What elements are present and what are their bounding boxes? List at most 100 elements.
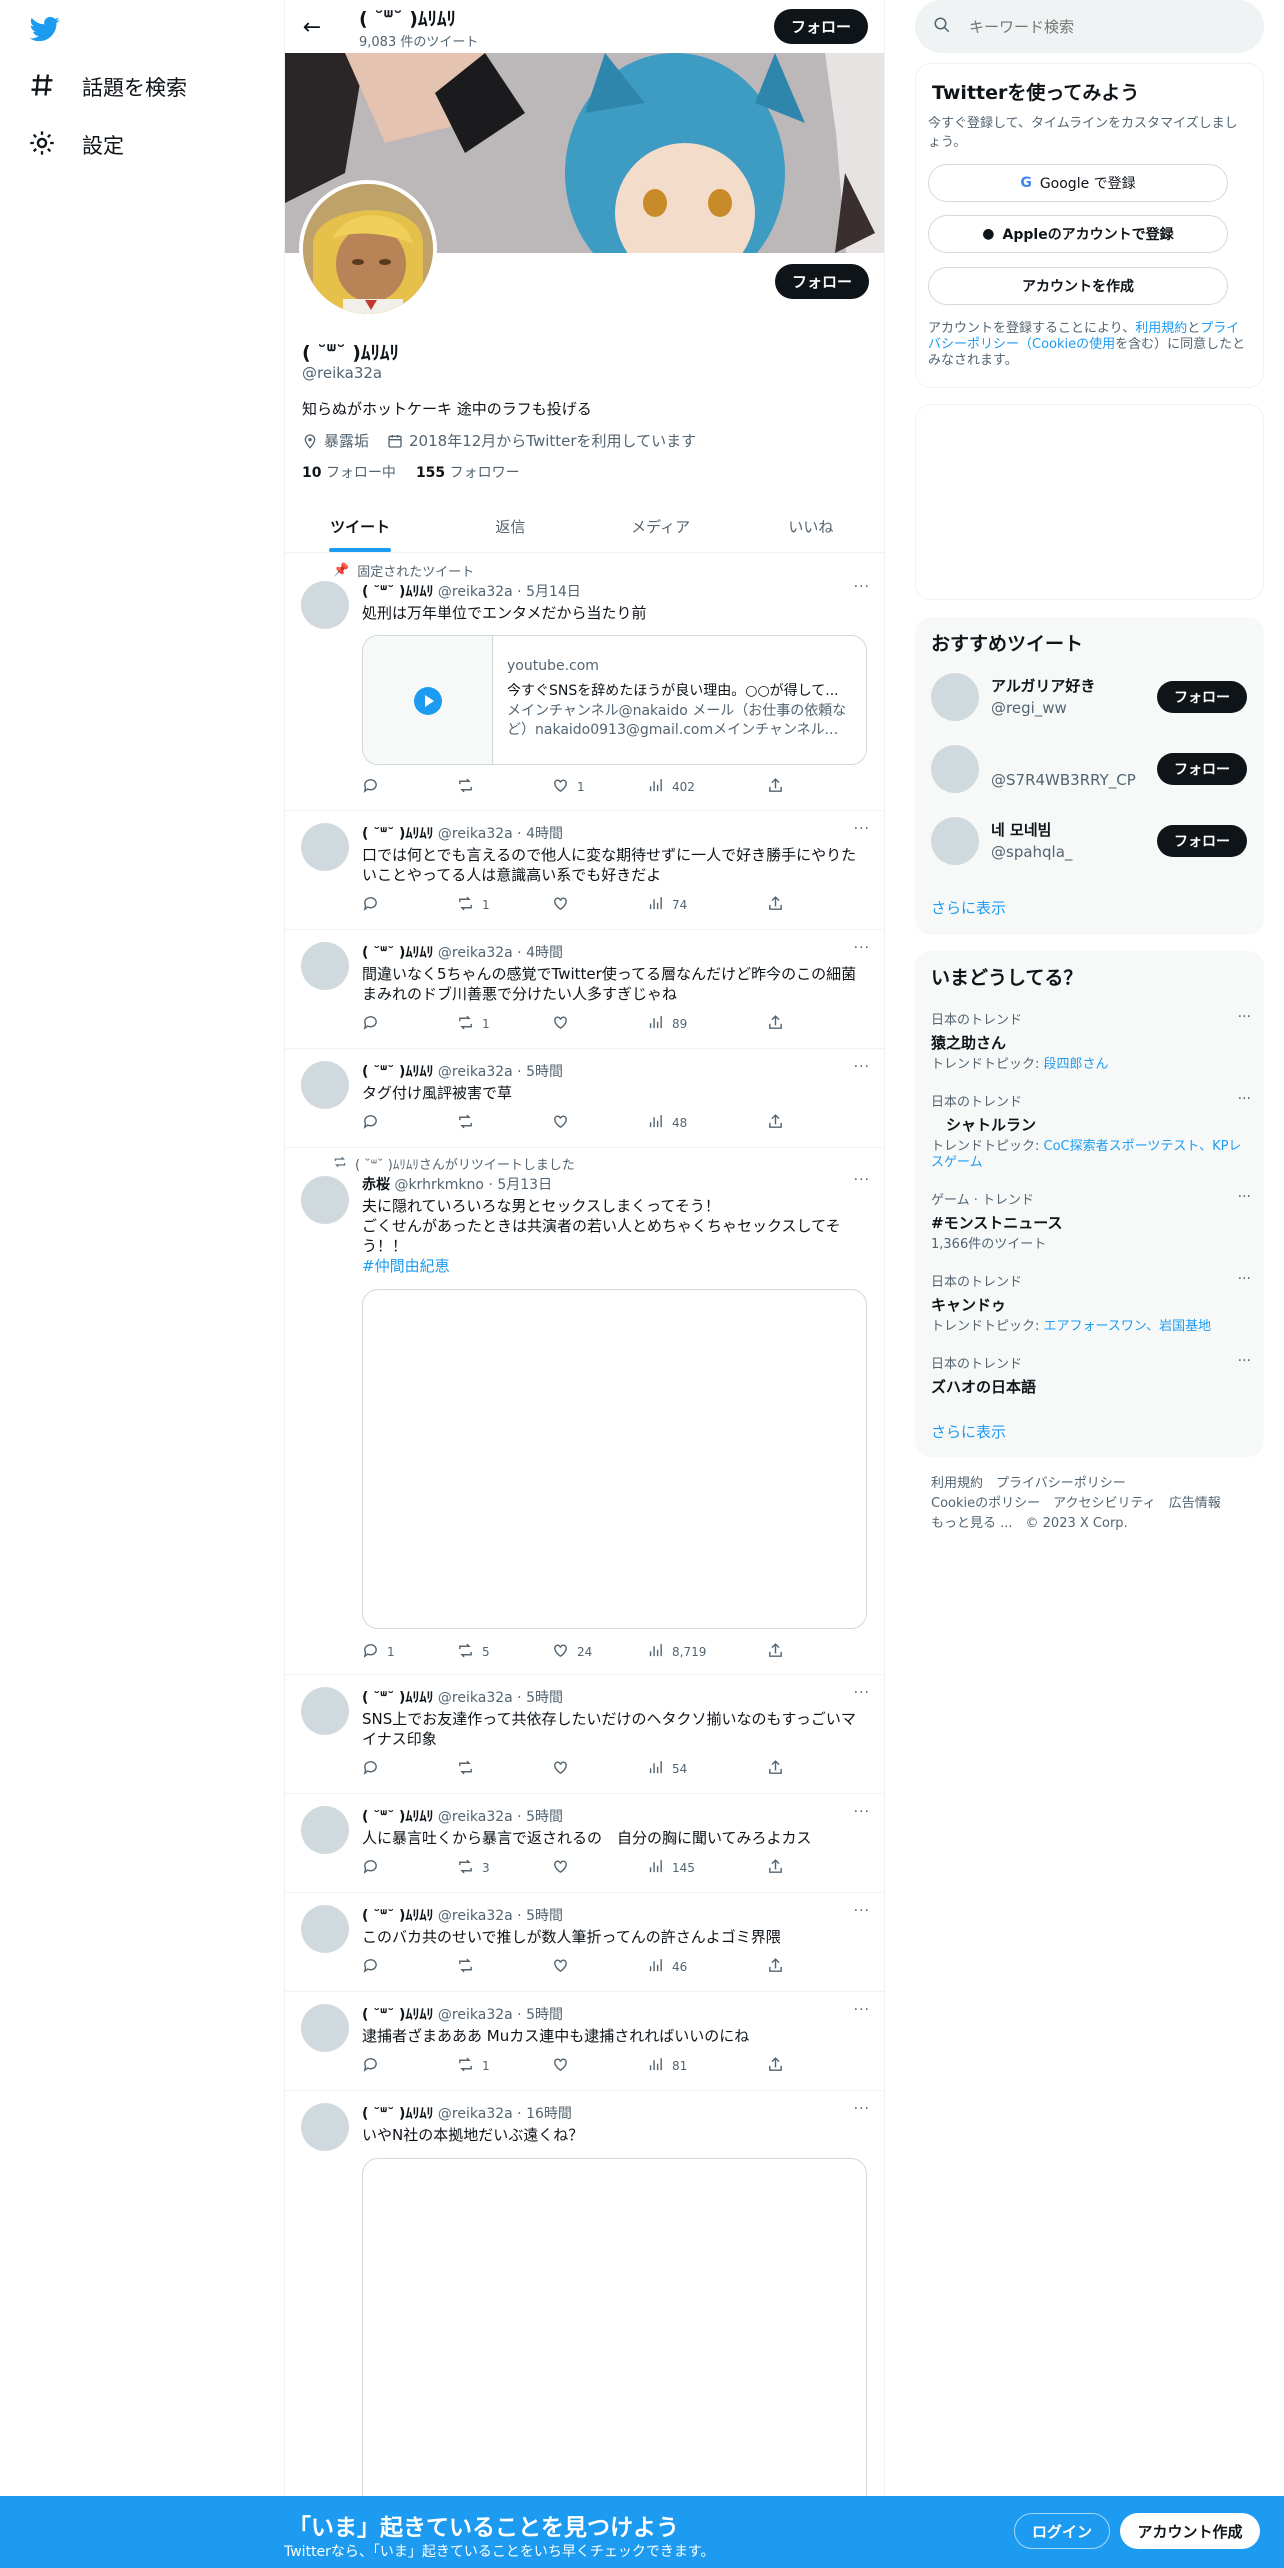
twitter-logo-icon[interactable]	[28, 14, 62, 44]
apple-signup-button[interactable]: ● Appleのアカウントで登録	[928, 215, 1228, 253]
recommend-user[interactable]: アルガリア好き @regi_ww フォロー	[931, 669, 1251, 725]
like-action[interactable]: 24	[552, 1642, 592, 1662]
more-icon[interactable]: ···	[1238, 1353, 1251, 1369]
media-image[interactable]	[362, 1289, 867, 1629]
share-action[interactable]	[767, 895, 784, 915]
reply-action[interactable]	[362, 1858, 387, 1878]
more-icon[interactable]: ···	[1238, 1271, 1251, 1287]
tweet-item[interactable]: ( ˘ᐜ˘ )ﾑﾘﾑﾘ @reika32a · 5時間 ··· タグ付け風評被害…	[285, 1049, 884, 1148]
reply-action[interactable]	[362, 895, 387, 915]
more-icon[interactable]: ···	[854, 1172, 870, 1188]
avatar[interactable]	[301, 2103, 349, 2151]
rt-action[interactable]	[457, 1113, 482, 1133]
trend-item[interactable]: 日本のトレンド キャンドゥ トレンドトピック: エアフォースワン、岩国基地 ···	[931, 1271, 1251, 1335]
avatar[interactable]	[301, 1687, 349, 1735]
rt-action[interactable]: 5	[457, 1642, 490, 1662]
views-action[interactable]: 46	[647, 1957, 687, 1977]
rt-action[interactable]	[457, 1759, 482, 1779]
trend-item[interactable]: 日本のトレンド シャトルラン トレンドトピック: CoC探索者スポーツテスト、KP…	[931, 1091, 1251, 1171]
follow-button[interactable]: フォロー	[1157, 753, 1247, 785]
share-action[interactable]	[767, 2056, 784, 2076]
views-action[interactable]: 145	[647, 1858, 695, 1878]
more-icon[interactable]: ···	[854, 579, 870, 595]
avatar[interactable]	[301, 581, 349, 629]
more-icon[interactable]: ···	[1238, 1189, 1251, 1205]
rt-action[interactable]: 1	[457, 1014, 490, 1034]
topbar-follow-button[interactable]: フォロー	[774, 9, 868, 44]
more-icon[interactable]: ···	[854, 2101, 870, 2117]
avatar[interactable]	[301, 1806, 349, 1854]
rt-action[interactable]: 1	[457, 895, 490, 915]
share-action[interactable]	[767, 1858, 784, 1878]
like-action[interactable]	[552, 1113, 577, 1133]
like-action[interactable]	[552, 1957, 577, 1977]
views-action[interactable]: 89	[647, 1014, 687, 1034]
search-input[interactable]	[969, 17, 1229, 36]
tweet-item[interactable]: ( ˘ᐜ˘ )ﾑﾘﾑﾘ @reika32a · 5時間 ··· 逮捕者ざまあああ…	[285, 1992, 884, 2091]
more-icon[interactable]: ···	[854, 2002, 870, 2018]
hashtag-link[interactable]: #仲間由紀恵	[362, 1256, 867, 1276]
avatar[interactable]	[301, 942, 349, 990]
like-action[interactable]	[552, 1759, 577, 1779]
avatar[interactable]	[301, 1061, 349, 1109]
more-icon[interactable]: ···	[1238, 1009, 1251, 1025]
avatar[interactable]	[931, 745, 979, 793]
rt-action[interactable]: 3	[457, 1858, 490, 1878]
show-more-link[interactable]: さらに表示	[931, 1421, 1006, 1442]
more-icon[interactable]: ···	[854, 1685, 870, 1701]
google-signup-button[interactable]: G Google で登録	[928, 164, 1228, 202]
like-action[interactable]	[552, 1858, 577, 1878]
follow-button[interactable]: フォロー	[1157, 825, 1247, 857]
share-action[interactable]	[767, 1642, 784, 1662]
footer-links[interactable]: 利用規約 プライバシーポリシー Cookieのポリシー アクセシビリティ 広告情…	[931, 1474, 1251, 1534]
reply-action[interactable]	[362, 1014, 387, 1034]
tweet-item[interactable]: ( ˘ᐜ˘ )ﾑﾘﾑﾘ @reika32a · 5時間 ··· 人に暴言吐くから…	[285, 1794, 884, 1893]
share-action[interactable]	[767, 777, 784, 797]
rt-action[interactable]	[457, 777, 482, 797]
views-action[interactable]: 54	[647, 1759, 687, 1779]
views-action[interactable]: 402	[647, 777, 695, 797]
terms-link[interactable]: 利用規約	[1135, 321, 1187, 336]
tweet-item[interactable]: ( ˘ᐜ˘ )ﾑﾘﾑﾘ @reika32a · 4時間 ··· 口では何とでも言…	[285, 811, 884, 930]
follow-button[interactable]: フォロー	[1157, 681, 1247, 713]
profile-avatar[interactable]	[299, 180, 437, 318]
tweet-item[interactable]: ( ˘ᐜ˘ )ﾑﾘﾑﾘさんがリツイートしました 赤桜 @krhrkmkno · …	[285, 1148, 884, 1675]
share-action[interactable]	[767, 1014, 784, 1034]
avatar[interactable]	[301, 1176, 349, 1224]
avatar[interactable]	[931, 673, 979, 721]
tweet-item[interactable]: ( ˘ᐜ˘ )ﾑﾘﾑﾘ @reika32a · 5時間 ··· SNS上でお友達…	[285, 1675, 884, 1794]
more-icon[interactable]: ···	[854, 1903, 870, 1919]
recommend-user[interactable]: 네 모네빔 @spahqla_ フォロー	[931, 813, 1251, 869]
profile-follow-button[interactable]: フォロー	[775, 264, 869, 299]
signup-button[interactable]: アカウント作成	[1120, 2513, 1260, 2549]
nav-explore[interactable]: 話題を検索	[28, 65, 187, 109]
avatar[interactable]	[301, 1905, 349, 1953]
tweet-item[interactable]: 📌 固定されたツイート ( ˘ᐜ˘ )ﾑﾘﾑﾘ @reika32a · 5月14日…	[285, 553, 884, 811]
like-action[interactable]	[552, 895, 577, 915]
back-arrow-icon[interactable]: ←	[297, 12, 327, 42]
reply-action[interactable]	[362, 1759, 387, 1779]
tab-replies[interactable]: 返信	[435, 500, 585, 552]
views-action[interactable]: 74	[647, 895, 687, 915]
more-icon[interactable]: ···	[854, 821, 870, 837]
rt-action[interactable]	[457, 1957, 482, 1977]
avatar[interactable]	[301, 823, 349, 871]
tab-media[interactable]: メディア	[586, 500, 736, 552]
share-action[interactable]	[767, 1957, 784, 1977]
following-link[interactable]: 10 フォロー中	[302, 462, 396, 482]
followers-link[interactable]: 155 フォロワー	[416, 462, 520, 482]
nav-settings[interactable]: 設定	[28, 123, 124, 167]
more-icon[interactable]: ···	[854, 940, 870, 956]
trend-item[interactable]: 日本のトレンド 猿之助さん トレンドトピック: 段四郎さん ···	[931, 1009, 1251, 1073]
search-box[interactable]	[915, 0, 1264, 53]
trend-item[interactable]: ゲーム · トレンド #モンストニュース 1,366件のツイート ···	[931, 1189, 1251, 1253]
avatar[interactable]	[301, 2004, 349, 2052]
reply-action[interactable]	[362, 1113, 387, 1133]
reply-action[interactable]: 1	[362, 1642, 395, 1662]
rt-action[interactable]: 1	[457, 2056, 490, 2076]
like-action[interactable]	[552, 2056, 577, 2076]
share-action[interactable]	[767, 1759, 784, 1779]
views-action[interactable]: 8,719	[647, 1642, 706, 1662]
like-action[interactable]: 1	[552, 777, 585, 797]
more-icon[interactable]: ···	[854, 1059, 870, 1075]
